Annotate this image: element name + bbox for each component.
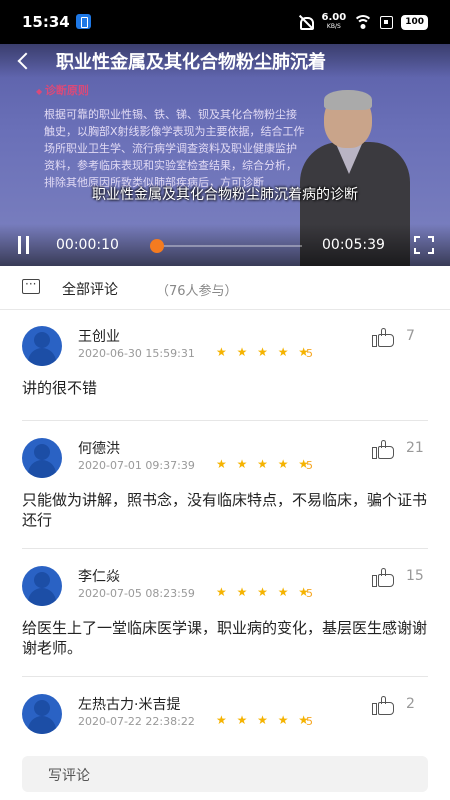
divider	[22, 548, 428, 549]
divider	[22, 420, 428, 421]
comment-item: 左热古力·米吉提 2020-07-22 22:38:22 ★ ★ ★ ★ ★ 5…	[22, 694, 428, 738]
like-thumb-icon[interactable]	[372, 328, 394, 347]
comment-date: 2020-07-22 22:38:22	[78, 715, 195, 728]
like-count: 21	[406, 440, 424, 456]
video-player[interactable]: 诊断原则 根据可靠的职业性锡、铁、锑、钡及其化合物粉尘接触史，以胸部X射线影像学…	[0, 44, 450, 266]
network-speed: 6.00 KB/S	[322, 13, 347, 31]
battery-icon: 100	[401, 14, 428, 30]
wifi-icon	[354, 15, 373, 29]
rating-stars: ★ ★ ★ ★ ★	[216, 585, 313, 599]
write-comment-input[interactable]: 写评论	[22, 756, 428, 792]
comment-date: 2020-06-30 15:59:31	[78, 347, 195, 360]
network-speed-value: 6.00	[321, 12, 347, 23]
network-speed-unit: KB/S	[326, 23, 341, 30]
like-thumb-icon[interactable]	[372, 696, 394, 715]
comment-item: 李仁焱 2020-07-05 08:23:59 ★ ★ ★ ★ ★ 5 15 给…	[22, 566, 428, 666]
video-subtitle: 职业性金属及其化合物粉尘肺沉着病的诊断	[92, 187, 358, 203]
comment-text: 只能做为讲解，照书念，没有临床特点，不易临床，骗个证书还行	[22, 491, 428, 529]
commenter-name: 王创业	[78, 329, 120, 345]
video-controls: 00:00:10 00:05:39	[0, 224, 450, 266]
slide-body-text: 根据可靠的职业性锡、铁、锑、钡及其化合物粉尘接触史，以胸部X射线影像学表现为主要…	[44, 108, 305, 189]
like-count: 7	[406, 328, 415, 344]
avatar[interactable]	[22, 694, 62, 734]
like-thumb-icon[interactable]	[372, 568, 394, 587]
comments-header: 全部评论 （76人参与）	[0, 266, 450, 310]
avatar[interactable]	[22, 326, 62, 366]
comment-item: 王创业 2020-06-30 15:59:31 ★ ★ ★ ★ ★ 5 7 讲的…	[22, 326, 428, 406]
rating-stars: ★ ★ ★ ★ ★	[216, 713, 313, 727]
comment-date: 2020-07-05 08:23:59	[78, 587, 195, 600]
status-bar: 15:34 6.00 KB/S 100	[0, 0, 450, 44]
slide-section-title: 诊断原则	[36, 82, 89, 98]
rating-stars: ★ ★ ★ ★ ★	[216, 457, 313, 471]
like-count: 2	[406, 696, 415, 712]
mute-icon	[298, 15, 314, 30]
comment-text: 给医生上了一堂临床医学课，职业病的变化，基层医生感谢谢谢老师。	[22, 619, 428, 657]
like-count: 15	[406, 568, 424, 584]
duration-time: 00:05:39	[322, 237, 385, 253]
avatar[interactable]	[22, 566, 62, 606]
commenter-name: 李仁焱	[78, 569, 120, 585]
comments-count: （76人参与）	[156, 284, 238, 299]
current-time: 00:00:10	[56, 237, 119, 253]
sim-icon	[380, 15, 394, 29]
comment-date: 2020-07-01 09:37:39	[78, 459, 195, 472]
rating-score: 5	[306, 715, 313, 728]
rating-score: 5	[306, 347, 313, 360]
write-comment-label: 写评论	[48, 768, 90, 784]
comments-title: 全部评论	[62, 282, 118, 298]
comment-item: 何德洪 2020-07-01 09:37:39 ★ ★ ★ ★ ★ 5 21 只…	[22, 438, 428, 538]
status-time: 15:34	[22, 13, 70, 31]
pause-icon[interactable]	[16, 236, 32, 254]
like-thumb-icon[interactable]	[372, 440, 394, 459]
rating-stars: ★ ★ ★ ★ ★	[216, 345, 313, 359]
avatar[interactable]	[22, 438, 62, 478]
commenter-name: 何德洪	[78, 441, 120, 457]
rating-score: 5	[306, 459, 313, 472]
rating-score: 5	[306, 587, 313, 600]
status-icons: 6.00 KB/S 100	[298, 12, 428, 32]
progress-track[interactable]	[152, 245, 302, 247]
app-notification-icon	[76, 14, 91, 29]
commenter-name: 左热古力·米吉提	[78, 697, 181, 713]
divider	[22, 676, 428, 677]
video-title: 职业性金属及其化合物粉尘肺沉着	[56, 52, 326, 73]
back-arrow-icon[interactable]	[14, 51, 34, 71]
comment-icon	[22, 277, 40, 294]
fullscreen-icon[interactable]	[414, 236, 434, 254]
progress-handle[interactable]	[149, 239, 164, 253]
comment-text: 讲的很不错	[22, 379, 98, 397]
